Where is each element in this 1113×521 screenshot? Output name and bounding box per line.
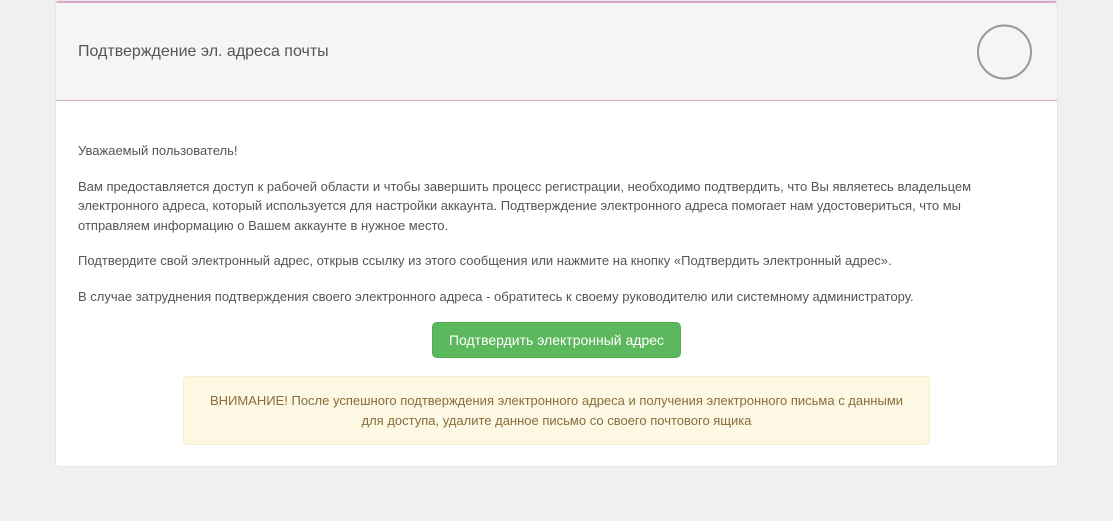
paragraph-2: Подтвердите свой электронный адрес, откр… [78,251,1035,271]
confirm-email-button[interactable]: Подтвердить электронный адрес [432,322,681,358]
button-row: Подтвердить электронный адрес [78,322,1035,358]
avatar-circle-icon [977,24,1032,79]
paragraph-3: В случае затруднения подтверждения своег… [78,287,1035,307]
paragraph-1: Вам предоставляется доступ к рабочей обл… [78,177,1035,236]
warning-alert: ВНИМАНИЕ! После успешного подтверждения … [183,376,930,445]
greeting-text: Уважаемый пользователь! [78,141,1035,161]
card-body: Уважаемый пользователь! Вам предоставляе… [56,101,1057,467]
confirmation-card: Подтверждение эл. адреса почты Уважаемый… [55,0,1058,467]
card-title: Подтверждение эл. адреса почты [78,43,329,61]
card-header: Подтверждение эл. адреса почты [56,1,1057,101]
